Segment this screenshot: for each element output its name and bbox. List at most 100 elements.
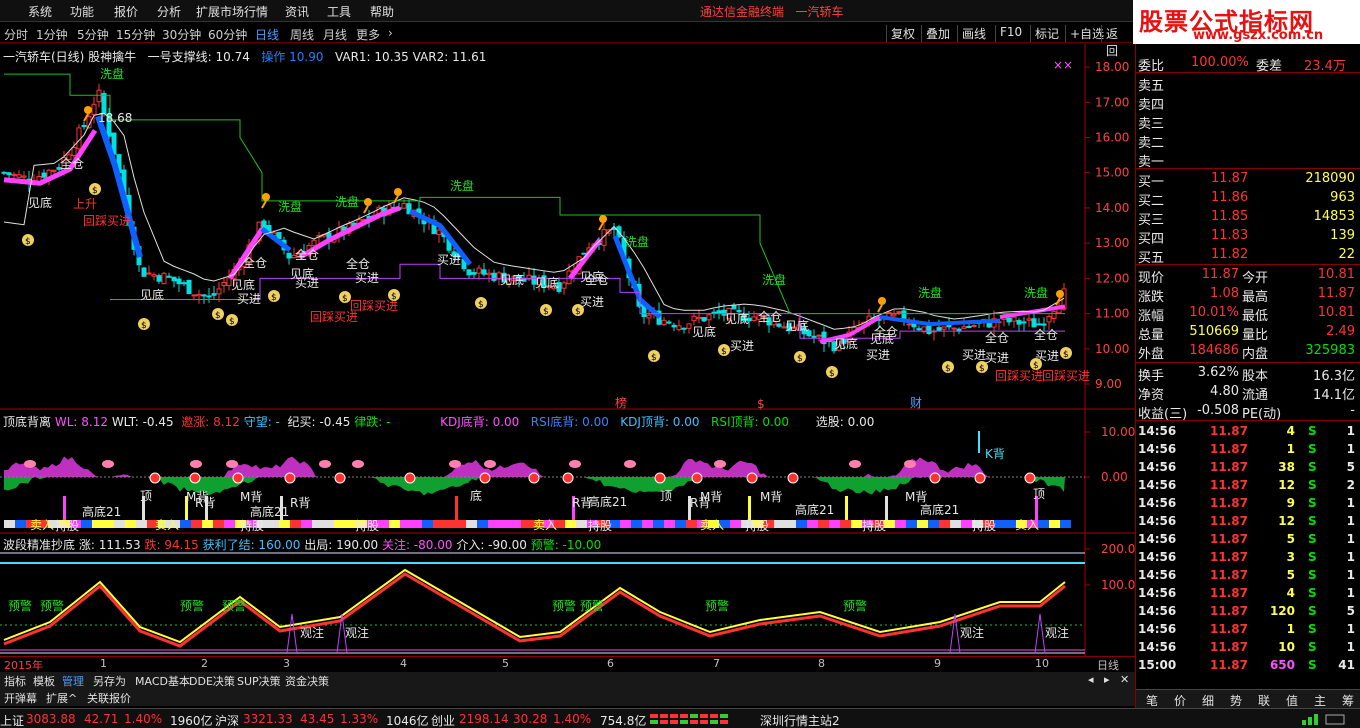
quote-tab[interactable]: 值	[1286, 692, 1298, 709]
tab-left-icon[interactable]: ◂	[1088, 673, 1094, 686]
tab-related-quote[interactable]: 关联报价	[87, 690, 131, 706]
quote-tab[interactable]: 势	[1230, 692, 1242, 709]
menu-help[interactable]: 帮助	[370, 3, 394, 20]
tab-indicator[interactable]: 指标	[4, 673, 26, 689]
money-bag-icon: $	[543, 307, 549, 317]
tab-danmaku[interactable]: 开弹幕	[4, 690, 37, 706]
money-bag-icon: $	[215, 311, 221, 321]
sell-level-label: 卖二	[1138, 136, 1165, 151]
kline-chart-area[interactable]: 18.00 17.00 16.00 15.00 14.00 13.00 12.00 11.00…	[0, 44, 1136, 658]
buy-level-row[interactable]: 买三 11.85 14853	[1136, 208, 1360, 228]
menu-news[interactable]: 资讯	[285, 3, 309, 20]
sub1-rsi-bottom: RSI底背: 0.00	[530, 415, 609, 429]
menu-system[interactable]: 系统	[28, 3, 52, 20]
price-axis-label: 14.00	[1095, 201, 1129, 215]
overlay-button[interactable]: 叠加	[921, 25, 954, 42]
sell-level-row[interactable]: 卖四	[1136, 93, 1360, 113]
washout-label: 洗盘	[335, 194, 359, 209]
tab-template[interactable]: 模板	[33, 673, 55, 689]
candle-body	[671, 324, 677, 328]
tick-volume: 650	[1269, 658, 1295, 672]
period-30min[interactable]: 30分钟	[162, 26, 201, 43]
signal-strip	[829, 520, 840, 528]
sell-level-row[interactable]: 卖三	[1136, 112, 1360, 132]
tick-time: 14:56	[1138, 640, 1177, 654]
full-position-label: 全仓	[758, 309, 782, 324]
sell-level-row[interactable]: 卖二	[1136, 131, 1360, 151]
tab-extend[interactable]: 扩展^	[46, 690, 77, 706]
period-monthly[interactable]: 月线	[323, 26, 347, 43]
period-1min[interactable]: 1分钟	[36, 26, 68, 43]
quote-tab[interactable]: 细	[1202, 692, 1214, 709]
tick-price: 11.87	[1210, 622, 1248, 636]
buy-level-row[interactable]: 买五 11.82 22	[1136, 246, 1360, 266]
buy-level-row[interactable]: 买四 11.83 139	[1136, 227, 1360, 247]
high-low-label: 高底21	[82, 504, 121, 519]
period-60min[interactable]: 60分钟	[208, 26, 247, 43]
index-cy-name[interactable]: 创业	[431, 712, 455, 728]
quote-tab[interactable]: 笔	[1146, 692, 1158, 709]
period-15min[interactable]: 15分钟	[116, 26, 155, 43]
bottom-label: 见底	[28, 195, 52, 210]
period-weekly[interactable]: 周线	[290, 26, 314, 43]
stat-label: 最低	[1242, 309, 1269, 324]
period-daily[interactable]: 日线	[255, 26, 279, 43]
menu-function[interactable]: 功能	[70, 3, 94, 20]
f10-button[interactable]: F10	[995, 25, 1026, 42]
tab-sup[interactable]: SUP决策	[237, 673, 281, 689]
sell-level-row[interactable]: 卖五	[1136, 74, 1360, 94]
signal-strip	[631, 520, 642, 528]
sell-level-row[interactable]: 卖一	[1136, 150, 1360, 170]
signal-strip	[422, 520, 433, 528]
tab-macd[interactable]: MACD基本	[135, 673, 190, 689]
tab-right-icon[interactable]: ▸	[1104, 673, 1110, 686]
flower-marker	[24, 460, 36, 468]
sell-label: 卖入	[533, 518, 557, 532]
candle-body	[906, 323, 912, 326]
back-button[interactable]: 返回	[1101, 25, 1133, 58]
tick-row: 14:56 11.87 12 S 1	[1136, 512, 1360, 530]
period-next-icon[interactable]: ›	[388, 26, 393, 40]
server-name[interactable]: 深圳行情主站2	[760, 712, 840, 728]
menu-analysis[interactable]: 分析	[157, 3, 181, 20]
hold-label: 持股	[588, 518, 612, 533]
money-bag-icon: $	[478, 300, 484, 310]
tick-row: 14:56 11.87 120 S 5	[1136, 602, 1360, 620]
signal-strip	[466, 520, 477, 528]
stat-label: 今开	[1242, 271, 1269, 286]
menu-tools[interactable]: 工具	[327, 3, 351, 20]
tick-volume: 12	[1278, 478, 1295, 492]
tab-save-as[interactable]: 另存为	[93, 673, 126, 689]
buy-level-row[interactable]: 买一 11.87 218090	[1136, 170, 1360, 190]
quote-tab[interactable]: 筹	[1342, 692, 1354, 709]
quote-stat-row: 收益(三) -0.508 PE(动) -	[1136, 402, 1360, 422]
period-tick[interactable]: 分时	[4, 26, 28, 43]
period-more[interactable]: 更多	[356, 26, 380, 43]
quote-tab[interactable]: 联	[1258, 692, 1270, 709]
signal-strip	[906, 520, 917, 528]
bottom-label: 见底	[692, 324, 716, 339]
draw-line-button[interactable]: 画线	[957, 25, 990, 42]
restore-rights-button[interactable]: 复权	[886, 25, 919, 42]
tab-dde[interactable]: DDE决策	[189, 673, 235, 689]
tab-manage[interactable]: 管理	[62, 673, 84, 689]
quote-tab[interactable]: 价	[1174, 692, 1186, 709]
index-hs-name[interactable]: 沪深	[215, 712, 239, 728]
quote-tab[interactable]: 主	[1314, 692, 1326, 709]
menu-ext-market[interactable]: 扩展市场行情	[196, 3, 268, 20]
trend-band	[227, 227, 265, 280]
quote-stat-row: 换手 3.62% 股本 16.3亿	[1136, 364, 1360, 384]
tab-fund[interactable]: 资金决策	[285, 673, 329, 689]
mark-button[interactable]: 标记	[1030, 25, 1063, 42]
buy-level-price: 11.87	[1211, 171, 1249, 186]
stat-label: 涨跌	[1138, 290, 1165, 305]
candle-body	[311, 239, 317, 247]
app-title: 通达信金融终端 一汽轿车	[700, 5, 844, 19]
candle-body	[471, 272, 477, 275]
index-sh-name[interactable]: 上证	[0, 712, 24, 728]
period-5min[interactable]: 5分钟	[77, 26, 109, 43]
tab-close-icon[interactable]: ✕	[1120, 673, 1129, 686]
buy-level-row[interactable]: 买二 11.86 963	[1136, 189, 1360, 209]
menu-quote[interactable]: 报价	[114, 3, 138, 20]
index-hs-price: 3321.33	[243, 712, 293, 726]
